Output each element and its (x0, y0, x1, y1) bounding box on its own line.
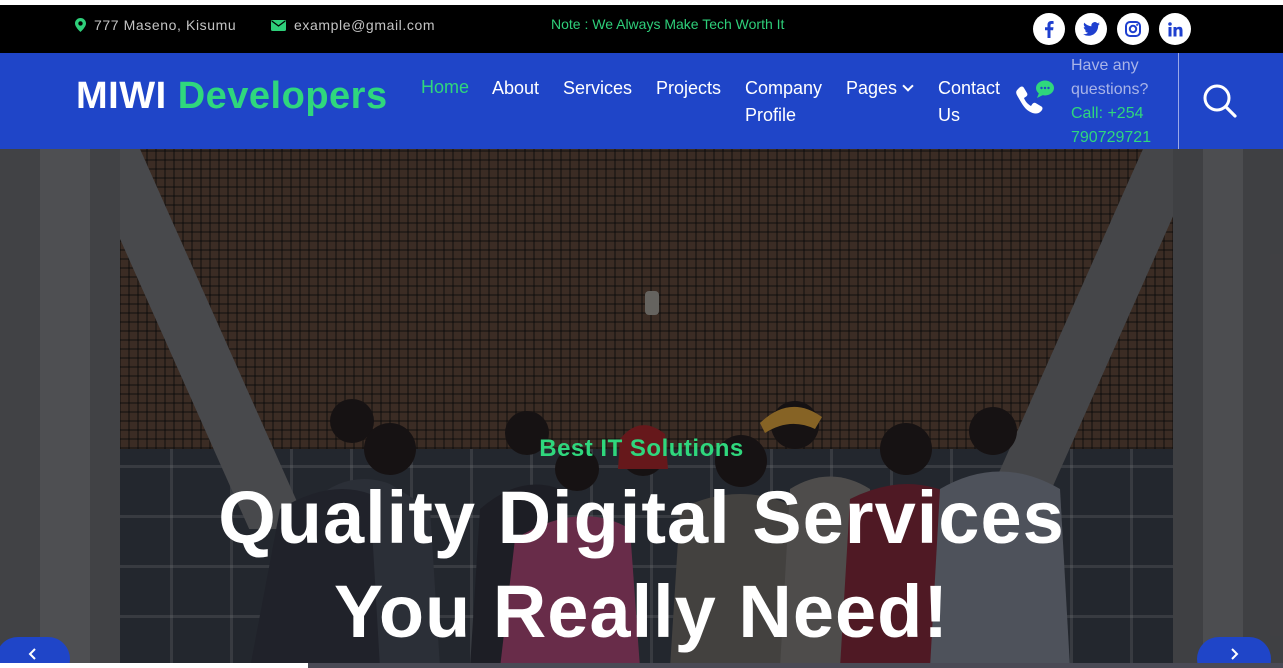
call-info: Have any questions? Call: +254 790729721 (1071, 54, 1151, 150)
hero-title: Quality Digital Services You Really Need… (0, 471, 1283, 659)
linkedin-icon[interactable] (1159, 13, 1191, 45)
nav-about[interactable]: About (492, 75, 539, 102)
nav-company-profile[interactable]: Company Profile (745, 75, 822, 129)
call-line-3[interactable]: Call: +254 (1071, 102, 1151, 126)
main-navbar: MIWI Developers Home About Services Proj… (0, 53, 1283, 149)
instagram-icon[interactable] (1117, 13, 1149, 45)
email-item[interactable]: example@gmail.com (271, 17, 435, 33)
facebook-icon[interactable] (1033, 13, 1065, 45)
social-links (1033, 13, 1191, 45)
nav-projects[interactable]: Projects (656, 75, 721, 102)
search-icon[interactable] (1202, 83, 1238, 124)
nav-home[interactable]: Home (421, 74, 469, 101)
nav-company-line1: Company (745, 78, 823, 98)
map-marker-icon (75, 18, 86, 32)
nav-contact-line2: Us (938, 105, 960, 125)
email-text[interactable]: example@gmail.com (294, 17, 435, 33)
nav-pages-label: Pages (846, 78, 898, 98)
nav-divider (1178, 53, 1179, 149)
nav-contact-line1: Contact (938, 78, 1001, 98)
envelope-icon (271, 19, 286, 31)
call-line-4[interactable]: 790729721 (1071, 126, 1151, 150)
topbar: 777 Maseno, Kisumu example@gmail.com Not… (0, 5, 1283, 53)
hero-title-line-1: Quality Digital Services (218, 476, 1065, 559)
site-logo[interactable]: MIWI Developers (76, 75, 388, 118)
hero-title-line-2: You Really Need! (333, 570, 949, 653)
logo-part-1: MIWI (76, 75, 167, 117)
hero-subtitle: Best IT Solutions (539, 435, 744, 462)
nav-pages-dropdown[interactable]: Pages (846, 75, 914, 102)
slider-progress-fill (0, 663, 308, 668)
nav-contact-us[interactable]: Contact Us (938, 75, 1000, 129)
chevron-right-icon (1231, 648, 1239, 660)
twitter-icon[interactable] (1075, 13, 1107, 45)
chevron-down-icon (902, 80, 914, 92)
nav-company-line2: Profile (745, 105, 797, 125)
logo-part-2: Developers (177, 75, 388, 117)
phone-chat-icon (1011, 79, 1055, 124)
address-text: 777 Maseno, Kisumu (94, 17, 237, 33)
chevron-left-icon (28, 648, 36, 660)
address-item: 777 Maseno, Kisumu (75, 17, 236, 33)
nav-services[interactable]: Services (563, 75, 632, 102)
call-line-2: questions? (1071, 81, 1149, 98)
hero-slider: Best IT Solutions Quality Digital Servic… (0, 149, 1283, 668)
call-line-1: Have any (1071, 57, 1139, 74)
slider-progress-bar (0, 663, 1283, 668)
note-text: Note : We Always Make Tech Worth It (551, 16, 785, 32)
